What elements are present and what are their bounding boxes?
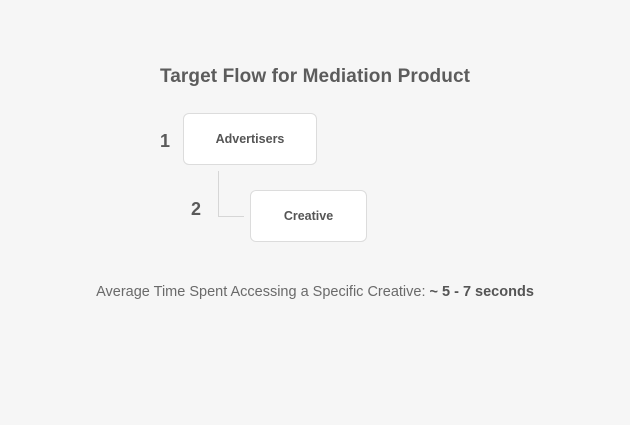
creative-node: Creative bbox=[250, 190, 367, 242]
step-2-number: 2 bbox=[191, 199, 202, 219]
average-time-note: Average Time Spent Accessing a Specific … bbox=[0, 284, 630, 300]
average-time-value: ~ 5 - 7 seconds bbox=[429, 284, 534, 300]
average-time-label: Average Time Spent Accessing a Specific … bbox=[96, 284, 426, 300]
